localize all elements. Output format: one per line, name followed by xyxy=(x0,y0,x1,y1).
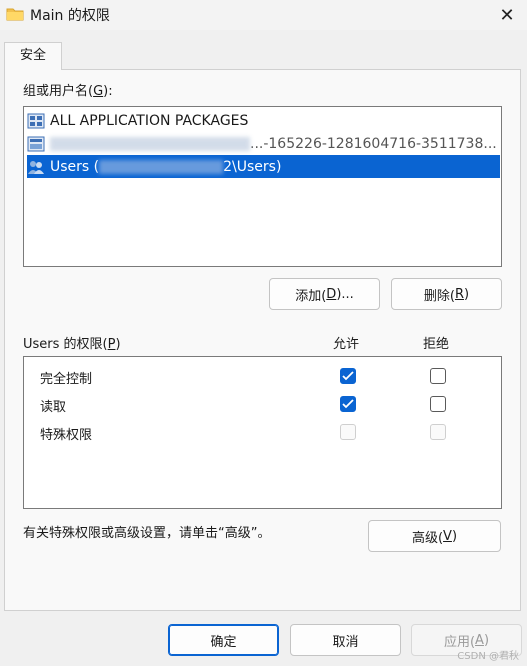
check-icon xyxy=(342,399,354,409)
permission-row: 特殊权限 xyxy=(24,419,501,447)
permission-name: 完全控制 xyxy=(40,372,93,387)
allow-checkbox xyxy=(340,424,356,440)
add-button[interactable]: 添加(D)... xyxy=(269,278,380,310)
permissions-label: Users 的权限(P) xyxy=(23,337,121,352)
group-icon xyxy=(27,113,45,128)
watermark: CSDN @君秋 xyxy=(457,651,519,662)
close-button[interactable]: ✕ xyxy=(487,0,527,30)
cancel-button[interactable]: 取消 xyxy=(290,624,401,656)
permission-name: 读取 xyxy=(40,400,67,415)
remove-button[interactable]: 删除(R) xyxy=(391,278,502,310)
group-icon xyxy=(27,136,45,151)
allow-checkbox[interactable] xyxy=(340,368,356,384)
groups-label: 组或用户名(G): xyxy=(23,84,113,99)
tab-security[interactable]: 安全 xyxy=(4,42,62,70)
allow-checkbox[interactable] xyxy=(340,396,356,412)
deny-checkbox[interactable] xyxy=(430,368,446,384)
ok-button[interactable]: 确定 xyxy=(168,624,279,656)
list-item-label: ALL APPLICATION PACKAGES xyxy=(50,112,249,129)
allow-header: 允许 xyxy=(333,337,360,352)
list-item[interactable]: ALL APPLICATION PACKAGES xyxy=(27,109,500,132)
advanced-hint: 有关特殊权限或高级设置，请单击“高级”。 xyxy=(23,526,271,541)
permission-row: 读取 xyxy=(24,391,501,419)
list-item-label: ...-165226-1281604716-3511738... xyxy=(250,135,497,152)
permission-row: 完全控制 xyxy=(24,363,501,391)
deny-checkbox xyxy=(430,424,446,440)
deny-header: 拒绝 xyxy=(423,337,450,352)
check-icon xyxy=(342,371,354,381)
window-title: Main 的权限 xyxy=(30,8,110,24)
folder-icon xyxy=(6,8,24,21)
list-item-label-suffix: 2\Users) xyxy=(223,158,282,175)
tab-security-label: 安全 xyxy=(19,48,46,63)
redacted-text xyxy=(99,159,224,174)
groups-listbox[interactable]: ALL APPLICATION PACKAGES ...-165226-1281… xyxy=(23,106,502,267)
list-item-selected[interactable]: Users ( 2\Users) xyxy=(27,155,500,178)
users-icon xyxy=(28,160,44,174)
list-item[interactable]: ...-165226-1281604716-3511738... xyxy=(27,132,500,155)
deny-checkbox[interactable] xyxy=(430,396,446,412)
title-bar: Main 的权限 ✕ xyxy=(0,0,527,30)
permission-name: 特殊权限 xyxy=(40,428,93,443)
redacted-text xyxy=(50,136,250,151)
list-item-label-prefix: Users ( xyxy=(50,158,100,175)
permissions-listbox[interactable]: 完全控制 读取 特殊权限 xyxy=(23,356,502,509)
advanced-button[interactable]: 高级(V) xyxy=(368,520,501,552)
close-icon: ✕ xyxy=(499,4,515,26)
